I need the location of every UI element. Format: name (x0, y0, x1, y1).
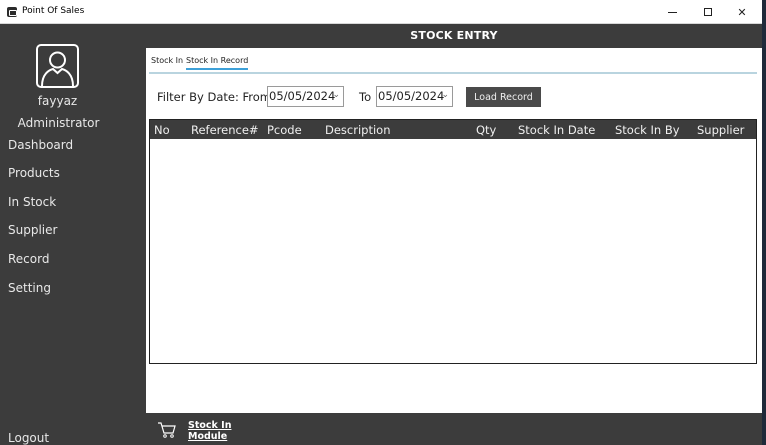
sidebar-item-setting[interactable]: Setting (8, 281, 51, 295)
sidebar: fayyaz Administrator Dashboard Products … (0, 24, 146, 445)
maximize-icon (704, 8, 712, 16)
sidebar-item-record[interactable]: Record (8, 252, 49, 266)
minimize-button[interactable] (654, 0, 690, 24)
avatar (36, 44, 79, 88)
user-name: fayyaz (37, 94, 78, 108)
window-title: Point Of Sales (22, 6, 85, 16)
sidebar-item-supplier[interactable]: Supplier (8, 223, 57, 237)
column-header-description[interactable]: Description (325, 123, 391, 137)
tab-stock-in-record[interactable]: Stock In Record (186, 56, 249, 70)
filter-date-label: Filter By Date: From (157, 90, 271, 104)
cart-icon (158, 422, 176, 438)
to-date-picker[interactable]: 05/05/2024 ⌄ (376, 86, 453, 107)
from-date-value: 05/05/2024 (269, 89, 336, 103)
column-header-supplier[interactable]: Supplier (697, 123, 744, 137)
column-header-pcode[interactable]: Pcode (267, 123, 302, 137)
from-date-picker[interactable]: 05/05/2024 ⌄ (267, 86, 344, 107)
sidebar-item-products[interactable]: Products (8, 166, 60, 180)
close-icon: ✕ (737, 5, 747, 19)
column-header-no[interactable]: No (154, 123, 170, 137)
user-role: Administrator (17, 116, 100, 130)
maximize-button[interactable] (690, 0, 726, 24)
user-icon (41, 51, 74, 86)
chevron-down-icon: ⌄ (441, 90, 449, 100)
column-header-stock-in-date[interactable]: Stock In Date (518, 123, 595, 137)
module-footer: Stock In Module (146, 413, 762, 445)
title-bar: Point Of Sales ✕ (0, 0, 762, 24)
column-header-qty[interactable]: Qty (476, 123, 496, 137)
minimize-icon (667, 11, 677, 13)
column-header-reference[interactable]: Reference# (191, 123, 259, 137)
tab-stock-in[interactable]: Stock In (151, 56, 183, 70)
page-header: STOCK ENTRY (146, 24, 762, 48)
load-record-button[interactable]: Load Record (466, 87, 541, 107)
module-label[interactable]: Stock In Module (188, 420, 248, 442)
stock-in-table[interactable]: No Reference# Pcode Description Qty Stoc… (149, 119, 757, 364)
logout-link[interactable]: Logout (8, 431, 49, 445)
sidebar-item-dashboard[interactable]: Dashboard (8, 138, 73, 152)
table-header: No Reference# Pcode Description Qty Stoc… (150, 120, 756, 139)
chevron-down-icon: ⌄ (332, 90, 340, 100)
app-icon (7, 7, 17, 17)
to-date-value: 05/05/2024 (378, 89, 445, 103)
sidebar-item-in-stock[interactable]: In Stock (8, 195, 56, 209)
column-header-stock-in-by[interactable]: Stock In By (615, 123, 680, 137)
page-title: STOCK ENTRY (410, 29, 498, 42)
app-window: Point Of Sales ✕ fayyaz Administrator Da… (0, 0, 762, 445)
main-panel: Stock In Stock In Record Filter By Date:… (146, 48, 762, 413)
tab-bar: Stock In Stock In Record (149, 54, 757, 74)
close-button[interactable]: ✕ (724, 0, 760, 24)
to-date-label: To (359, 90, 372, 104)
